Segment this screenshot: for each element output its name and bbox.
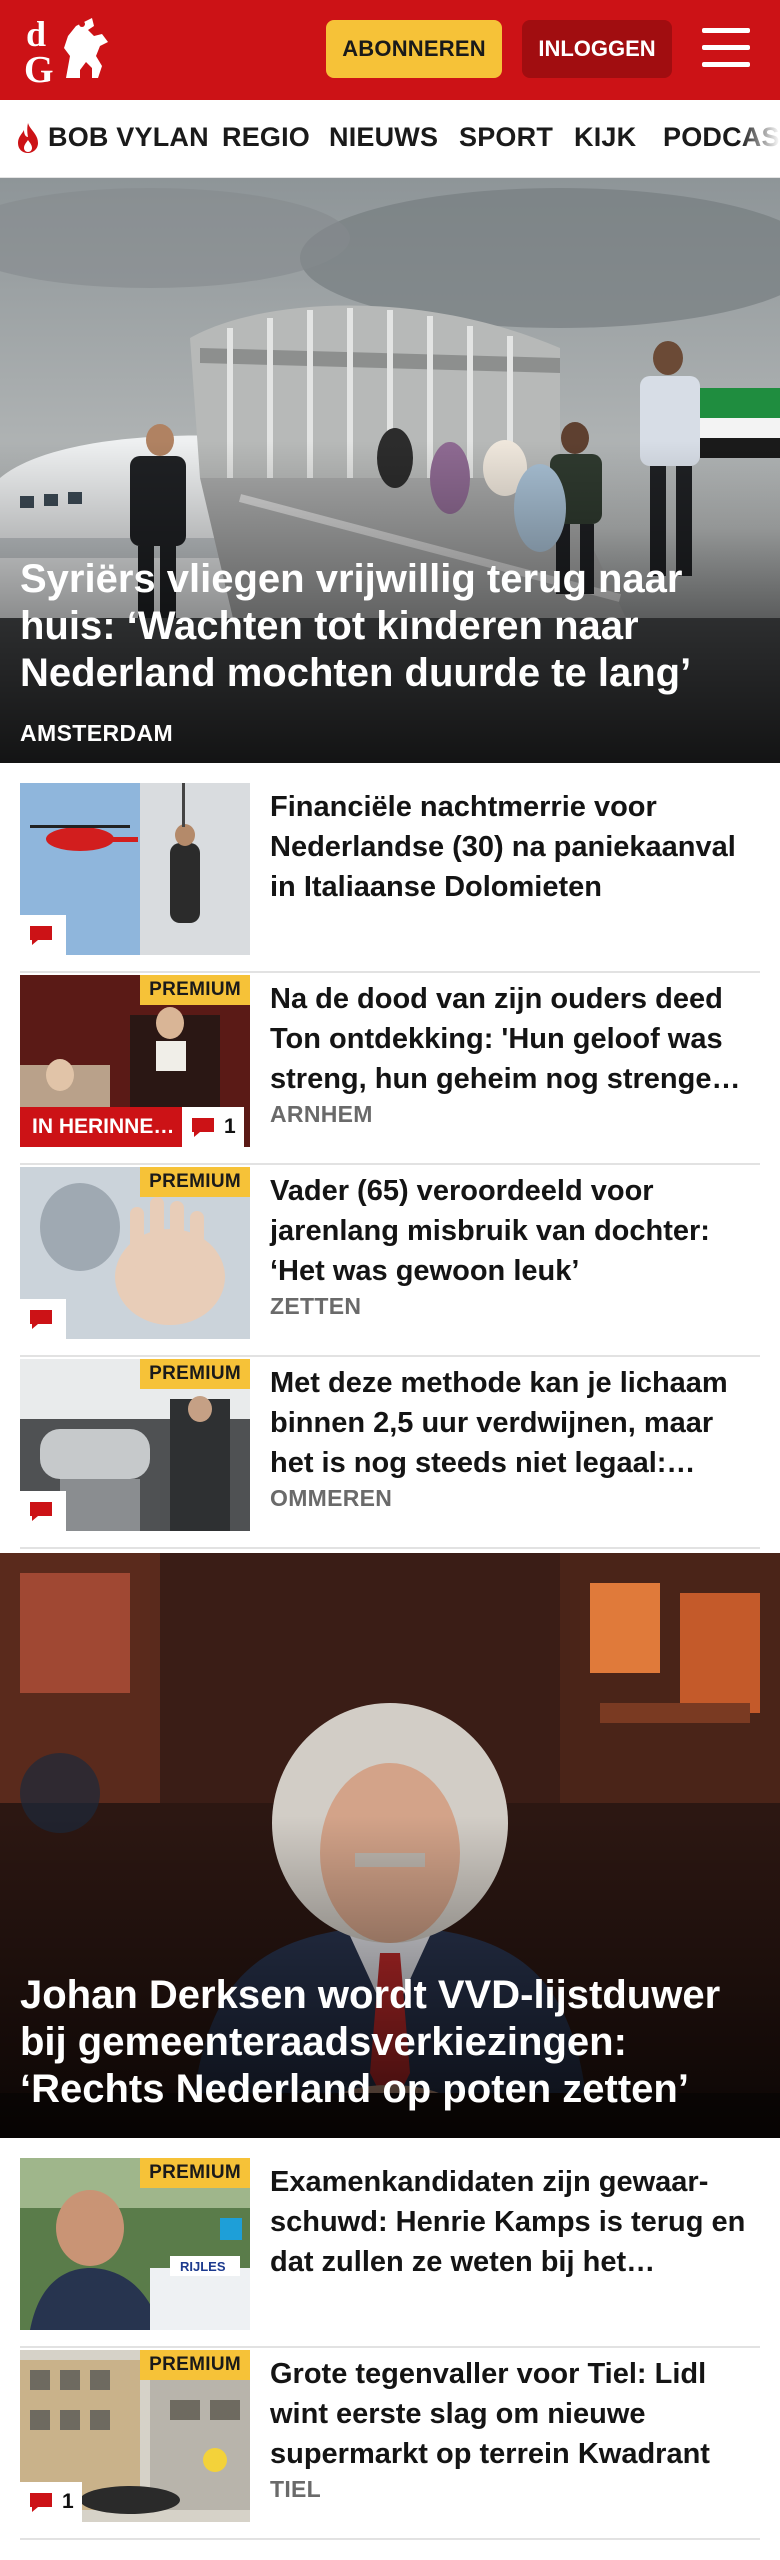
hero-headline[interactable]: Johan Derksen wordt VVD-lijstduwer bij g… bbox=[20, 1972, 760, 2113]
list-item[interactable]: PREMIUM Met deze methode kan je lichaam … bbox=[20, 1359, 760, 1549]
article-thumbnail: PREMIUM IN HERINNE… 1 bbox=[20, 975, 250, 1147]
article-location: ARNHEM bbox=[270, 1101, 373, 1127]
comment-count: 1 bbox=[62, 2490, 74, 2513]
article-title[interactable]: Met deze methode kan je lichaam binnen 2… bbox=[270, 1363, 760, 1483]
article-thumbnail: PREMIUM bbox=[20, 1167, 250, 1339]
article-title[interactable]: Financiële nachtmerrie voor Nederlandse … bbox=[270, 787, 760, 907]
comment-icon bbox=[192, 1118, 214, 1137]
top-header: d G ABONNEREN INLOGGEN bbox=[0, 0, 780, 100]
article-location: OMMEREN bbox=[270, 1485, 393, 1511]
subscribe-button[interactable]: ABONNEREN bbox=[326, 20, 502, 78]
article-title[interactable]: Grote tegenvaller voor Tiel: Lidl wint e… bbox=[270, 2354, 760, 2474]
premium-badge: PREMIUM bbox=[140, 975, 250, 1005]
nav-item-kijk[interactable]: KIJK bbox=[574, 122, 636, 153]
comment-count-badge bbox=[20, 915, 66, 955]
hamburger-icon[interactable] bbox=[702, 24, 750, 72]
article-title[interactable]: Na de dood van zijn ouders deed Ton ontd… bbox=[270, 979, 760, 1099]
article-title[interactable]: Vader (65) veroordeeld voor jarenlang mi… bbox=[270, 1171, 760, 1291]
login-button[interactable]: INLOGGEN bbox=[522, 20, 672, 78]
comment-count-badge bbox=[20, 1299, 66, 1339]
comment-count: 1 bbox=[224, 1115, 236, 1138]
category-label: IN HERINNE… bbox=[20, 1107, 182, 1147]
article-location: TIEL bbox=[270, 2476, 322, 2502]
article-title[interactable]: Examenkandidaten zijn gewaar­schuwd: Hen… bbox=[270, 2162, 760, 2282]
nav-item-bob-vylan[interactable]: BOB VYLAN bbox=[48, 122, 209, 153]
premium-badge: PREMIUM bbox=[140, 1167, 250, 1197]
comment-icon bbox=[30, 1502, 52, 1521]
comment-icon bbox=[30, 926, 52, 945]
nav-item-regio[interactable]: REGIO bbox=[222, 122, 310, 153]
premium-badge: PREMIUM bbox=[140, 1359, 250, 1389]
logo-mark-icon: d G bbox=[24, 14, 108, 91]
list-item[interactable]: PREMIUM 1 Grote tegenvaller voor Tiel: L… bbox=[20, 2350, 760, 2540]
hero-article-syrie[interactable]: Syriërs vliegen vrijwillig terug naar hu… bbox=[0, 178, 780, 763]
comment-count-badge bbox=[20, 1491, 66, 1531]
comment-count-badge: 1 bbox=[20, 2482, 82, 2522]
list-item[interactable]: PREMIUM IN HERINNE… 1 Na de dood van zij… bbox=[20, 975, 760, 1165]
article-thumbnail: PREMIUM bbox=[20, 1359, 250, 1531]
flame-icon bbox=[18, 123, 38, 153]
article-thumbnail: RIJLES PREMIUM bbox=[20, 2158, 250, 2330]
comment-count-badge: 1 bbox=[182, 1107, 244, 1147]
article-thumbnail: PREMIUM 1 bbox=[20, 2350, 250, 2522]
comment-icon bbox=[30, 2493, 52, 2512]
comment-icon bbox=[30, 1310, 52, 1329]
list-item[interactable]: PREMIUM Vader (65) veroordeeld voor jare… bbox=[20, 1167, 760, 1357]
hero-article-derksen[interactable]: Johan Derksen wordt VVD-lijstduwer bij g… bbox=[0, 1553, 780, 2138]
nav-item-sport[interactable]: SPORT bbox=[459, 122, 553, 153]
premium-badge: PREMIUM bbox=[140, 2350, 250, 2380]
svg-text:d: d bbox=[26, 14, 46, 54]
svg-text:RIJLES: RIJLES bbox=[180, 2259, 226, 2274]
article-location: ZETTEN bbox=[270, 1293, 362, 1319]
section-nav: BOB VYLAN REGIO NIEUWS SPORT KIJK PODCAS… bbox=[0, 100, 780, 178]
list-item[interactable]: RIJLES PREMIUM Examenkandidaten zijn gew… bbox=[20, 2158, 760, 2348]
premium-badge: PREMIUM bbox=[140, 2158, 250, 2188]
article-thumbnail bbox=[20, 783, 250, 955]
svg-text:G: G bbox=[24, 49, 54, 88]
nav-fade bbox=[740, 100, 780, 177]
hero-headline[interactable]: Syriërs vliegen vrijwillig terug naar hu… bbox=[20, 556, 760, 697]
site-logo[interactable]: d G bbox=[22, 12, 118, 91]
hero-location: AMSTERDAM bbox=[20, 720, 174, 746]
nav-item-nieuws[interactable]: NIEUWS bbox=[329, 122, 438, 153]
list-item[interactable]: Financiële nachtmerrie voor Nederlandse … bbox=[20, 783, 760, 973]
